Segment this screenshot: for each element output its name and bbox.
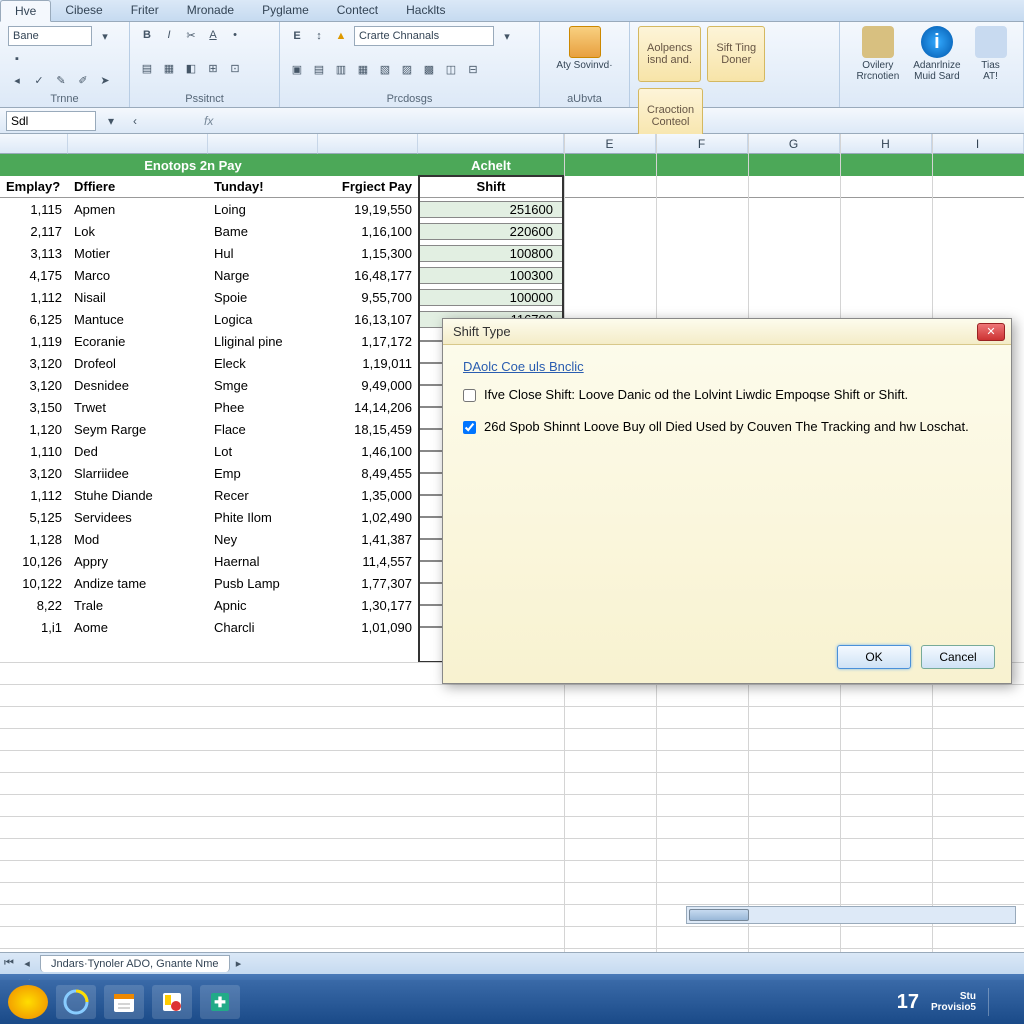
italic-icon[interactable]: I xyxy=(160,26,178,44)
tab-home[interactable]: Hve xyxy=(0,0,51,22)
brush-icon[interactable]: ✎ xyxy=(52,72,70,90)
align-icon[interactable]: E xyxy=(288,27,306,45)
prev-sheet-icon[interactable]: ◂ xyxy=(18,955,36,973)
paste-icon[interactable] xyxy=(569,26,601,58)
taskbar: ✚ 17 StuProvisio5 xyxy=(0,980,1024,1024)
cancel-button[interactable]: Cancel xyxy=(921,645,995,669)
g9[interactable]: ⊟ xyxy=(464,61,482,79)
g6[interactable]: ▨ xyxy=(398,61,416,79)
fx-label: fx xyxy=(204,114,213,128)
svg-text:✚: ✚ xyxy=(214,994,226,1010)
btn-c[interactable]: ◧ xyxy=(182,60,200,78)
fill-icon[interactable]: ▲ xyxy=(332,27,350,45)
tab-2[interactable]: Friter xyxy=(117,0,173,21)
expand-icon[interactable]: ‹ xyxy=(126,112,144,130)
dropdown-icon[interactable]: ▾ xyxy=(102,112,120,130)
app-icon-1[interactable] xyxy=(152,985,192,1019)
dropdown-icon[interactable]: ▾ xyxy=(498,27,516,45)
ok-button[interactable]: OK xyxy=(837,645,911,669)
menu-tabs: Hve Cibese Friter Mronade Pyglame Contec… xyxy=(0,0,1024,22)
g1[interactable]: ▣ xyxy=(288,61,306,79)
shift-type-dialog: Shift Type ✕ DAolc Coe uls Bnclic Ifve C… xyxy=(442,318,1012,684)
tab-4[interactable]: Pyglame xyxy=(248,0,323,21)
cut-icon[interactable]: ✂ xyxy=(182,26,200,44)
g5[interactable]: ▧ xyxy=(376,61,394,79)
excel-icon[interactable]: ✚ xyxy=(200,985,240,1019)
dot-icon[interactable]: • xyxy=(226,26,244,44)
table-title-left: Enotops 2n Pay xyxy=(68,158,318,173)
show-desktop-icon[interactable] xyxy=(988,988,1008,1016)
tab-3[interactable]: Mronade xyxy=(173,0,248,21)
big-btn-2[interactable]: Sift TingDoner xyxy=(707,26,765,82)
btn-b[interactable]: ▦ xyxy=(160,60,178,78)
g2[interactable]: ▤ xyxy=(310,61,328,79)
btn-d[interactable]: ⊞ xyxy=(204,60,222,78)
g3[interactable]: ▥ xyxy=(332,61,350,79)
calendar-icon[interactable] xyxy=(104,985,144,1019)
ribbon: Bane ▾ ▪ ◂ ✓ ✎ ✐ ➤ Trnne B I ✂ A • ▤ ▦ ◧… xyxy=(0,22,1024,108)
option-2-checkbox[interactable] xyxy=(463,421,476,434)
btn-a[interactable]: ▤ xyxy=(138,60,156,78)
small-btn-1[interactable]: ▪ xyxy=(8,50,26,68)
browser-icon[interactable] xyxy=(56,985,96,1019)
horizontal-scrollbar[interactable] xyxy=(686,906,1016,924)
style-combo[interactable]: Crarte Chnanals xyxy=(354,26,494,46)
arrow-right-icon[interactable]: ➤ xyxy=(96,72,114,90)
dropdown-icon[interactable]: ▾ xyxy=(96,27,114,45)
info-icon[interactable]: i xyxy=(921,26,953,58)
first-sheet-icon[interactable]: ⏮ xyxy=(0,955,18,973)
check-icon[interactable]: ✓ xyxy=(30,72,48,90)
tab-5[interactable]: Contect xyxy=(323,0,392,21)
option-1-checkbox[interactable] xyxy=(463,389,476,402)
g4[interactable]: ▦ xyxy=(354,61,372,79)
table-title-right: Achelt xyxy=(418,158,564,173)
dialog-help-link[interactable]: DAolc Coe uls Bnclic xyxy=(463,359,991,374)
font-combo[interactable]: Bane xyxy=(8,26,92,46)
group-label: aUbvta xyxy=(548,93,621,105)
pen-icon[interactable]: ✐ xyxy=(74,72,92,90)
g8[interactable]: ◫ xyxy=(442,61,460,79)
start-icon[interactable] xyxy=(8,985,48,1019)
underline-icon[interactable]: A xyxy=(204,26,222,44)
table-row[interactable]: 1,112NisailSpoie9,55,700100000 xyxy=(0,286,1024,308)
paste-label: Aty Sovinvd· xyxy=(556,60,612,71)
dialog-option-1[interactable]: Ifve Close Shift: Loove Danic od the Lol… xyxy=(463,386,991,404)
table-row[interactable]: 3,113MotierHul1,15,300100800 xyxy=(0,242,1024,264)
group-label: Pssitnct xyxy=(138,93,271,105)
bold-icon[interactable]: B xyxy=(138,26,156,44)
name-box[interactable] xyxy=(6,111,96,131)
arrow-left-icon[interactable]: ◂ xyxy=(8,72,26,90)
tab-1[interactable]: Cibese xyxy=(51,0,116,21)
help-icon[interactable] xyxy=(975,26,1007,58)
clock-time: 17 xyxy=(897,991,919,1014)
tab-6[interactable]: Hacklts xyxy=(392,0,459,21)
next-sheet-icon[interactable]: ▸ xyxy=(230,955,248,973)
group-label: Trnne xyxy=(8,93,121,105)
btn-e[interactable]: ⊡ xyxy=(226,60,244,78)
table-row[interactable]: 1,115ApmenLoing19,19,550251600 xyxy=(0,198,1024,220)
close-icon[interactable]: ✕ xyxy=(977,323,1005,341)
dialog-option-2[interactable]: 26d Spob Shinnt Loove Buy oll Died Used … xyxy=(463,418,991,436)
dialog-title: Shift Type xyxy=(453,324,511,339)
sort-icon[interactable]: ↕ xyxy=(310,27,328,45)
group-label: Prcdosgs xyxy=(288,93,531,105)
g7[interactable]: ▩ xyxy=(420,61,438,79)
formula-bar: ▾ ‹ fx xyxy=(0,108,1024,134)
table-row[interactable]: 2,117LokBame1,16,100220600 xyxy=(0,220,1024,242)
sheet-tab-bar: ⏮ ◂ Jndars·Tynoler ADO, Gnante Nme ▸ xyxy=(0,952,1024,974)
table-row[interactable]: 4,175MarcoNarge16,48,177100300 xyxy=(0,264,1024,286)
sheet-tab[interactable]: Jndars·Tynoler ADO, Gnante Nme xyxy=(40,955,230,972)
big-btn-1[interactable]: Aolpencsisnd and. xyxy=(638,26,701,82)
gallery-icon[interactable] xyxy=(862,26,894,58)
